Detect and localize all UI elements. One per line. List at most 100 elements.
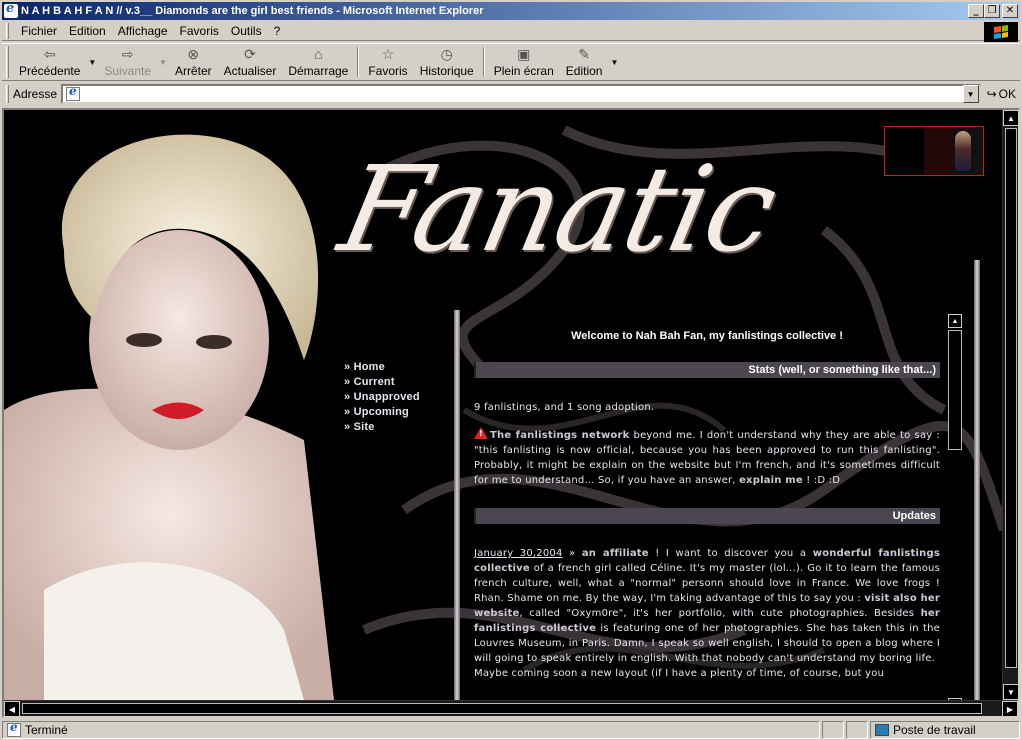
page-viewport: Fanatic » Home » Current » Unapproved » …	[2, 108, 1020, 718]
close-button[interactable]: ✕	[1002, 4, 1018, 18]
favorites-button[interactable]: ☆ Favoris	[362, 45, 413, 79]
done-page-icon	[7, 720, 21, 737]
windows-logo-icon	[984, 22, 1018, 42]
home-button[interactable]: ⌂ Démarrage	[282, 45, 354, 79]
forward-label: Suivante	[104, 64, 152, 78]
content-scroll-up-icon[interactable]: ▲	[948, 314, 962, 328]
address-input[interactable]	[83, 86, 963, 102]
home-label: Démarrage	[288, 64, 349, 78]
page-horizontal-scrollbar[interactable]: ◀ ▶	[4, 700, 1018, 716]
fullscreen-label: Plein écran	[493, 64, 554, 78]
update-text-1: ! I want to discover you a	[655, 548, 807, 559]
content-scrollbar[interactable]: ▲ ▼	[948, 314, 962, 700]
network-paragraph: The fanlistings network beyond me. I don…	[474, 427, 940, 488]
stats-header: Stats (well, or something like that...)	[474, 362, 940, 378]
update-arrow: »	[569, 548, 576, 559]
menu-fichier[interactable]: Fichier	[15, 24, 63, 38]
scroll-down-icon[interactable]: ▼	[1003, 684, 1018, 700]
standard-toolbar: ⇦ Précédente ▼ ⇨ Suivante ▼ ⊗ Arrêter ⟳ …	[2, 43, 1020, 81]
history-button[interactable]: ◷ Historique	[414, 45, 480, 79]
edit-label: Edition	[565, 64, 603, 78]
back-dropdown-icon[interactable]: ▼	[88, 58, 96, 67]
site-navigation: » Home » Current » Unapproved » Upcoming…	[344, 360, 420, 435]
forward-button[interactable]: ⇨ Suivante	[98, 45, 157, 79]
minimize-button[interactable]: _	[968, 4, 984, 18]
menu-grip[interactable]	[6, 22, 9, 39]
refresh-icon: ⟳	[244, 45, 256, 62]
status-text: Terminé	[25, 723, 68, 737]
zone-text: Poste de travail	[893, 723, 976, 737]
updates-header: Updates	[474, 508, 940, 524]
refresh-button[interactable]: ⟳ Actualiser	[218, 45, 283, 79]
address-grip[interactable]	[6, 85, 9, 103]
nav-unapproved[interactable]: » Unapproved	[344, 390, 420, 405]
address-field[interactable]: ▼	[61, 84, 981, 104]
header-thumbnail[interactable]	[884, 126, 984, 176]
update-text-3: , called "Oxym0re", it's her portfolio, …	[519, 608, 915, 619]
edit-button[interactable]: ✎ Edition	[560, 45, 609, 79]
stop-icon: ⊗	[187, 45, 200, 62]
toolbar-grip[interactable]	[6, 46, 9, 78]
content-scroll-thumb[interactable]	[948, 330, 962, 450]
go-button[interactable]: ↪ OK	[987, 87, 1020, 101]
toolbar-separator	[357, 47, 360, 77]
status-zone: Poste de travail	[870, 721, 1020, 739]
scroll-right-icon[interactable]: ▶	[1002, 701, 1018, 716]
window-title: N A H B A H F A N // v.3__ Diamonds are …	[21, 5, 484, 17]
singer-figure	[955, 131, 971, 171]
affiliate-link[interactable]: an affiliate	[582, 548, 649, 559]
history-icon: ◷	[440, 45, 453, 62]
computer-icon	[875, 724, 889, 736]
ie-icon	[4, 1, 18, 18]
address-dropdown-icon[interactable]: ▼	[962, 85, 979, 103]
back-arrow-icon: ⇦	[43, 45, 56, 62]
explain-link[interactable]: explain me	[739, 475, 803, 486]
fullscreen-icon: ▣	[517, 45, 531, 62]
status-main: Terminé	[2, 720, 820, 739]
nav-current[interactable]: » Current	[344, 375, 420, 390]
menu-affichage[interactable]: Affichage	[112, 24, 174, 38]
maximize-button[interactable]: ❐	[984, 4, 1000, 18]
home-icon: ⌂	[314, 46, 323, 62]
network-link[interactable]: The fanlistings network	[490, 430, 629, 441]
forward-arrow-icon: ⇨	[121, 45, 134, 62]
page-icon	[66, 84, 81, 101]
edit-icon: ✎	[578, 45, 590, 62]
frame-pillar-right	[974, 260, 980, 700]
vertical-scroll-thumb[interactable]	[1005, 128, 1017, 668]
back-label: Précédente	[19, 64, 81, 78]
favorites-label: Favoris	[368, 64, 408, 78]
title-bar: N A H B A H F A N // v.3__ Diamonds are …	[2, 1, 1020, 20]
fullscreen-button[interactable]: ▣ Plein écran	[488, 45, 560, 79]
refresh-label: Actualiser	[223, 64, 277, 78]
browser-window: N A H B A H F A N // v.3__ Diamonds are …	[0, 0, 1022, 740]
address-label: Adresse	[13, 87, 58, 101]
page-vertical-scrollbar[interactable]: ▲ ▼	[1002, 110, 1018, 700]
menu-outils[interactable]: Outils	[225, 24, 268, 38]
menu-help[interactable]: ?	[268, 24, 287, 38]
favorites-star-icon: ☆	[381, 45, 395, 62]
site-logo: Fanatic	[329, 140, 787, 278]
more-dropdown-icon[interactable]: ▼	[610, 58, 618, 67]
stop-button[interactable]: ⊗ Arrêter	[169, 45, 218, 79]
nav-home[interactable]: » Home	[344, 360, 420, 375]
update-paragraph: January 30,2004 » an affiliate ! I want …	[474, 546, 940, 666]
forward-dropdown-icon[interactable]: ▼	[159, 58, 167, 67]
stop-label: Arrêter	[174, 64, 212, 78]
scroll-left-icon[interactable]: ◀	[4, 701, 20, 716]
warning-icon	[474, 427, 488, 439]
menu-favoris[interactable]: Favoris	[174, 24, 225, 38]
scroll-up-icon[interactable]: ▲	[1003, 110, 1018, 126]
portrait-image	[4, 110, 344, 700]
toolbar-separator	[482, 47, 485, 77]
back-button[interactable]: ⇦ Précédente	[13, 45, 86, 79]
frame-pillar-left	[454, 310, 460, 700]
menu-edition[interactable]: Edition	[63, 24, 112, 38]
status-bar: Terminé Poste de travail	[2, 720, 1020, 740]
update-date[interactable]: January 30,2004	[474, 548, 563, 559]
go-arrow-icon: ↪	[986, 87, 997, 101]
content-area: Stats (well, or something like that...) …	[474, 362, 940, 681]
horizontal-scroll-thumb[interactable]	[22, 703, 982, 714]
nav-upcoming[interactable]: » Upcoming	[344, 405, 420, 420]
nav-site[interactable]: » Site	[344, 420, 420, 435]
